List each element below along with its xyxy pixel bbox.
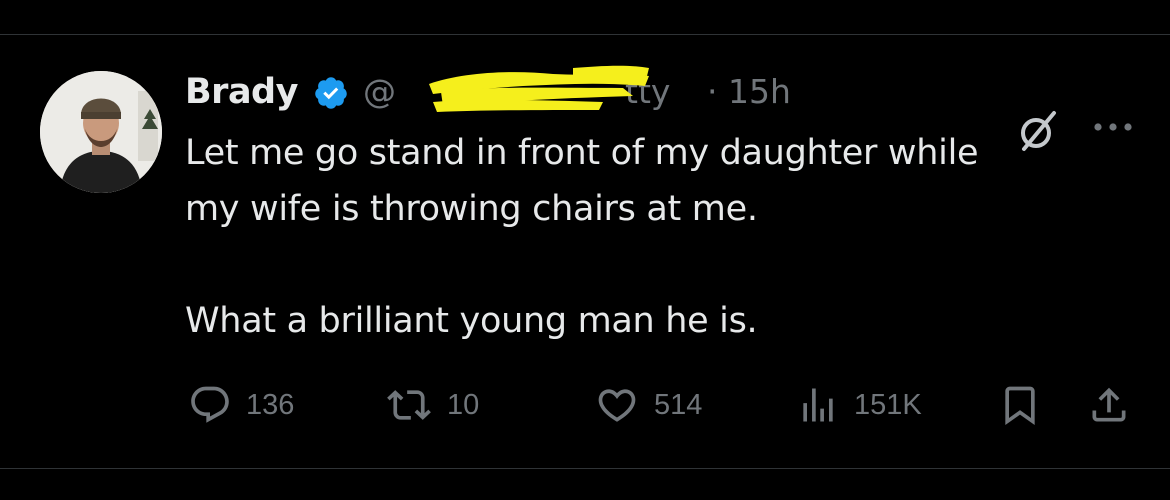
avatar[interactable] xyxy=(40,71,162,193)
heart-icon xyxy=(598,389,636,422)
handle-at: @ xyxy=(363,72,396,111)
like-button[interactable]: 514 xyxy=(594,377,702,433)
reply-count: 136 xyxy=(246,388,295,421)
bookmark-icon xyxy=(1005,386,1035,426)
views-count: 151K xyxy=(854,388,922,421)
redaction-scribble xyxy=(429,65,649,112)
share-icon xyxy=(1092,387,1126,422)
reply-button[interactable]: 136 xyxy=(188,377,294,433)
views-button[interactable]: 151K xyxy=(796,377,922,433)
author-name[interactable]: Brady xyxy=(185,68,298,116)
tweet-header: Brady @ tty · 15h xyxy=(185,65,1125,116)
retweet-icon xyxy=(387,390,431,420)
verified-badge-icon xyxy=(315,77,347,109)
bookmark-button[interactable] xyxy=(998,377,1042,433)
bottom-divider xyxy=(0,468,1170,469)
views-icon xyxy=(803,388,833,422)
tweet-actions: 136 10 514 151K xyxy=(0,377,1170,433)
reply-icon xyxy=(191,386,229,423)
share-button[interactable] xyxy=(1087,377,1131,433)
like-count: 514 xyxy=(654,388,703,421)
tweet-text: Let me go stand in front of my daughter … xyxy=(185,133,979,341)
retweet-button[interactable]: 10 xyxy=(385,377,479,433)
timestamp[interactable]: · 15h xyxy=(707,68,791,116)
tweet-card[interactable]: Brady @ tty · 15h Let me go stand in fro… xyxy=(0,35,1170,468)
retweet-count: 10 xyxy=(447,388,480,421)
